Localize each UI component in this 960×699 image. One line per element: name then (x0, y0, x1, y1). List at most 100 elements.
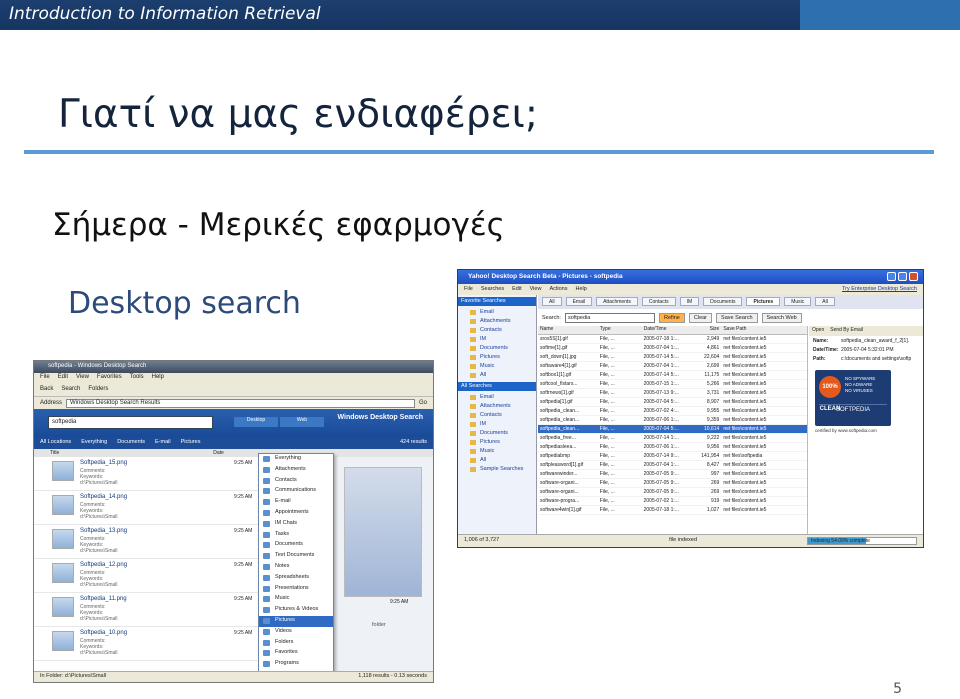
col-name[interactable]: Name (538, 326, 598, 334)
tab-im[interactable]: IM (679, 297, 700, 306)
list-item[interactable]: Softpedia_10.png Comments: Keywords: d:\Pi… (34, 627, 264, 661)
sidebar-item[interactable]: Attachments (458, 402, 536, 411)
close-icon[interactable] (909, 272, 918, 281)
tab-all[interactable]: All (542, 297, 562, 306)
search-web-button[interactable]: Search Web (761, 313, 802, 323)
wds-filter-email[interactable]: E-mail (155, 439, 171, 447)
dropdown-option[interactable]: Contacts (259, 476, 333, 487)
dropdown-option[interactable]: Everything (259, 454, 333, 465)
col-datetime[interactable]: Date/Time (642, 326, 692, 334)
dropdown-option[interactable]: Text Documents (259, 551, 333, 562)
sidebar-item[interactable]: IM (458, 420, 536, 429)
table-row[interactable]: softcool_fistars... File, ... 2005-07-15 1… (538, 380, 807, 389)
tab-all-2[interactable]: All (815, 297, 835, 306)
dropdown-option[interactable]: Documents (259, 540, 333, 551)
table-row[interactable]: software-organi... File, ... 2005-07-05 9:… (538, 479, 807, 488)
dropdown-option[interactable]: Presentations (259, 584, 333, 595)
wds-menu-tools[interactable]: Tools (130, 374, 144, 382)
wds-filter-everything[interactable]: Everything (81, 439, 107, 447)
yds-menu-file[interactable]: File (464, 286, 473, 293)
wds-filter-all-locations[interactable]: All Locations (40, 439, 71, 447)
dropdown-option[interactable]: Appointments (259, 508, 333, 519)
wds-web-scope-button[interactable]: Web (280, 417, 324, 427)
dropdown-option[interactable]: Favorites (259, 648, 333, 659)
table-row[interactable]: softme[1].gif File, ... 2005-07-04 1:... 4,… (538, 344, 807, 353)
sidebar-item[interactable]: Contacts (458, 411, 536, 420)
sidebar-item[interactable]: All (458, 371, 536, 380)
dropdown-option[interactable]: IM Chats (259, 519, 333, 530)
sidebar-item[interactable]: Documents (458, 344, 536, 353)
tab-pictures[interactable]: Pictures (746, 297, 781, 306)
tab-documents[interactable]: Documents (703, 297, 743, 306)
wds-menu-help[interactable]: Help (152, 374, 164, 382)
dropdown-option[interactable]: Notes (259, 562, 333, 573)
wds-search-button[interactable]: Search (61, 386, 80, 393)
sidebar-item[interactable]: Music (458, 447, 536, 456)
dropdown-option[interactable]: Tasks (259, 530, 333, 541)
yds-search-input[interactable]: softpedia (564, 313, 655, 323)
table-row[interactable]: softpedia_clean... File, ... 2005-07-04 5:… (538, 425, 807, 434)
dropdown-option[interactable]: Music (259, 594, 333, 605)
tab-email[interactable]: Email (565, 297, 593, 306)
list-item[interactable]: Softpedia_12.png Comments: Keywords: d:\Pi… (34, 559, 264, 593)
list-item[interactable]: Softpedia_14.png Comments: Keywords: d:\Pi… (34, 491, 264, 525)
tab-contacts[interactable]: Contacts (641, 297, 676, 306)
dropdown-option[interactable]: E-mail (259, 497, 333, 508)
minimize-icon[interactable] (887, 272, 896, 281)
sidebar-item[interactable]: All (458, 456, 536, 465)
wds-col-title[interactable]: Title (50, 450, 59, 457)
table-row[interactable]: softwarewinder... File, ... 2005-07-05 9:.… (538, 470, 807, 479)
table-row[interactable]: sros5S[1].gif File, ... 2005-07-18 1:... 2,… (538, 335, 807, 344)
sidebar-item[interactable]: Email (458, 308, 536, 317)
list-item[interactable]: Softpedia_15.png Comments: Keywords: d:\Pi… (34, 457, 264, 491)
sidebar-item[interactable]: Contacts (458, 326, 536, 335)
wds-col-date[interactable]: Date (213, 450, 224, 457)
yds-menu-help[interactable]: Help (575, 286, 586, 293)
table-row[interactable]: softpediasleea... File, ... 2005-07-06 1:.… (538, 443, 807, 452)
yds-menu-searches[interactable]: Searches (481, 286, 504, 293)
tab-attachments[interactable]: Attachments (596, 297, 638, 306)
dropdown-option[interactable]: Programs (259, 659, 333, 670)
col-save-path[interactable]: Save Path (721, 326, 807, 334)
clear-button[interactable]: Clear (688, 313, 713, 323)
save-search-button[interactable]: Save Search (716, 313, 758, 323)
sidebar-item[interactable]: IM (458, 335, 536, 344)
dropdown-option[interactable]: Folders (259, 638, 333, 649)
wds-menu-file[interactable]: File (40, 374, 50, 382)
open-button[interactable]: Open (812, 327, 824, 335)
wds-menu-view[interactable]: View (76, 374, 89, 382)
table-row[interactable]: softbox1[1].gif File, ... 2005-07-14 5:...… (538, 371, 807, 380)
sidebar-item[interactable]: Documents (458, 429, 536, 438)
table-row[interactable]: softpedia_free... File, ... 2005-07-14 1:.… (538, 434, 807, 443)
dropdown-option-selected[interactable]: Pictures (259, 615, 333, 627)
dropdown-option[interactable]: Communications (259, 486, 333, 497)
table-row[interactable]: softaware4[1].gif File, ... 2005-07-04 1:.… (538, 362, 807, 371)
table-row[interactable]: softpediabmp File, ... 2005-07-14 9:... 141… (538, 452, 807, 461)
table-row[interactable]: software-progra... File, ... 2005-07-02 1:… (538, 497, 807, 506)
yds-menu-view[interactable]: View (530, 286, 542, 293)
yds-menu-actions[interactable]: Actions (549, 286, 567, 293)
sidebar-item[interactable]: Email (458, 393, 536, 402)
wds-back-button[interactable]: Back (40, 386, 53, 393)
send-by-email-button[interactable]: Send By Email (830, 327, 863, 335)
list-item[interactable]: Softpedia_11.png Comments: Keywords: d:\Pi… (34, 593, 264, 627)
col-size[interactable]: Size (691, 326, 721, 334)
table-row[interactable]: softrnews[1].gif File, ... 2005-07-13 9:..… (538, 389, 807, 398)
wds-filter-pictures[interactable]: Pictures (181, 439, 201, 447)
wds-menu-favorites[interactable]: Favorites (97, 374, 122, 382)
table-row[interactable]: software4win[1].gif File, ... 2005-07-18 1… (538, 506, 807, 515)
sidebar-item[interactable]: Sample Searches (458, 465, 536, 474)
sidebar-item[interactable]: Attachments (458, 317, 536, 326)
wds-desktop-scope-button[interactable]: Desktop (234, 417, 278, 427)
yds-menu-edit[interactable]: Edit (512, 286, 521, 293)
wds-address-field[interactable]: Windows Desktop Search Results (66, 398, 415, 408)
yds-enterprise-link[interactable]: Try Enterprise Desktop Search (842, 286, 917, 293)
wds-search-input[interactable]: softpedia (48, 416, 213, 429)
wds-filter-documents[interactable]: Documents (117, 439, 145, 447)
wds-menu-edit[interactable]: Edit (58, 374, 68, 382)
list-item[interactable]: Softpedia_13.png Comments: Keywords: d:\Pi… (34, 525, 264, 559)
table-row[interactable]: softpleasword[1].gif File, ... 2005-07-04 … (538, 461, 807, 470)
table-row[interactable]: softpedia_clean... File, ... 2005-07-02 4:… (538, 407, 807, 416)
table-row[interactable]: soft_down[1].jpg File, ... 2005-07-14 5:..… (538, 353, 807, 362)
sidebar-item[interactable]: Pictures (458, 353, 536, 362)
